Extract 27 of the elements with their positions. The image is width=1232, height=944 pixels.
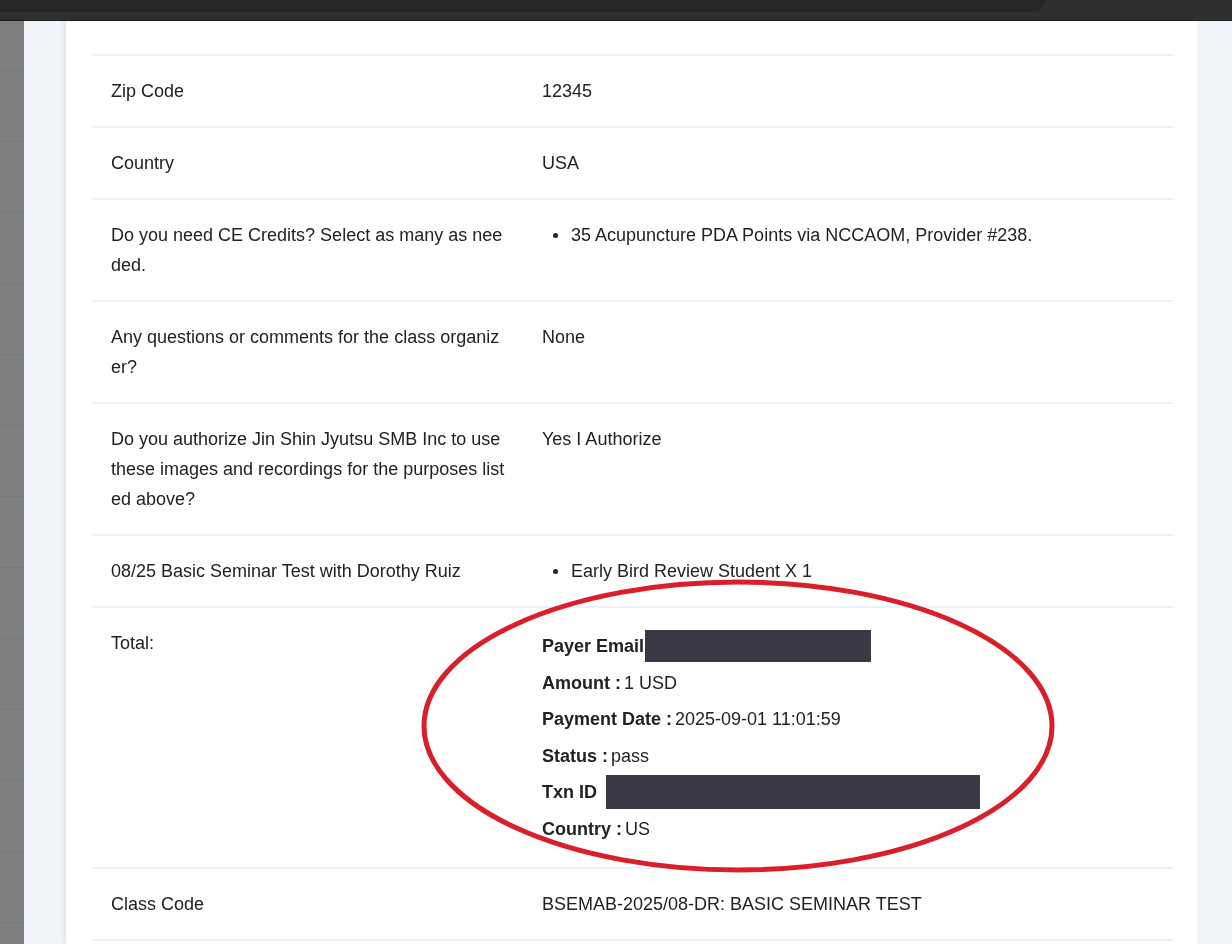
- payment-field-value: US: [625, 817, 650, 841]
- field-value: USA: [542, 153, 579, 173]
- payment-field-value: 2025-09-01 11:01:59: [675, 708, 841, 731]
- field-label: Country: [111, 152, 176, 175]
- list-item: Early Bird Review Student X 1: [571, 560, 813, 583]
- payment-field-label: Payment Date :: [542, 708, 673, 731]
- field-label: Do you authorize Jin Shin Jyutsu SMB Inc to use these images and recordings for the purposes listed above?: [111, 428, 506, 511]
- payment-field-label: Country :: [542, 817, 622, 841]
- field-label: 08/25 Basic Seminar Test with Dorothy Ruiz: [111, 560, 462, 583]
- payment-field-label: Amount :: [542, 671, 621, 695]
- field-label: Total:: [111, 632, 156, 655]
- field-label: Zip Code: [111, 80, 186, 103]
- field-label: Any questions or comments for the class organizer?: [111, 326, 501, 379]
- bullet-icon: [553, 568, 558, 574]
- payment-field-value: 1 USD: [624, 671, 677, 695]
- field-value: None: [542, 327, 586, 347]
- payment-field-label: Status :: [542, 744, 608, 768]
- payment-field-value: pass: [611, 744, 650, 768]
- field-label: Do you need CE Credits? Select as many as needed.: [111, 224, 504, 277]
- payment-field-label: Payer Email: [542, 635, 645, 658]
- bullet-icon: [553, 232, 558, 238]
- field-value: 12345: [542, 81, 593, 101]
- field-label: Class Code: [111, 893, 206, 916]
- field-value: BSEMAB-2025/08-DR: BASIC SEMINAR TEST: [542, 894, 922, 914]
- field-value: Yes I Authorize: [542, 429, 662, 449]
- list-item: 35 Acupuncture PDA Points via NCCAOM, Provider #238.: [571, 224, 1033, 247]
- payment-field-label: Txn ID: [542, 781, 597, 804]
